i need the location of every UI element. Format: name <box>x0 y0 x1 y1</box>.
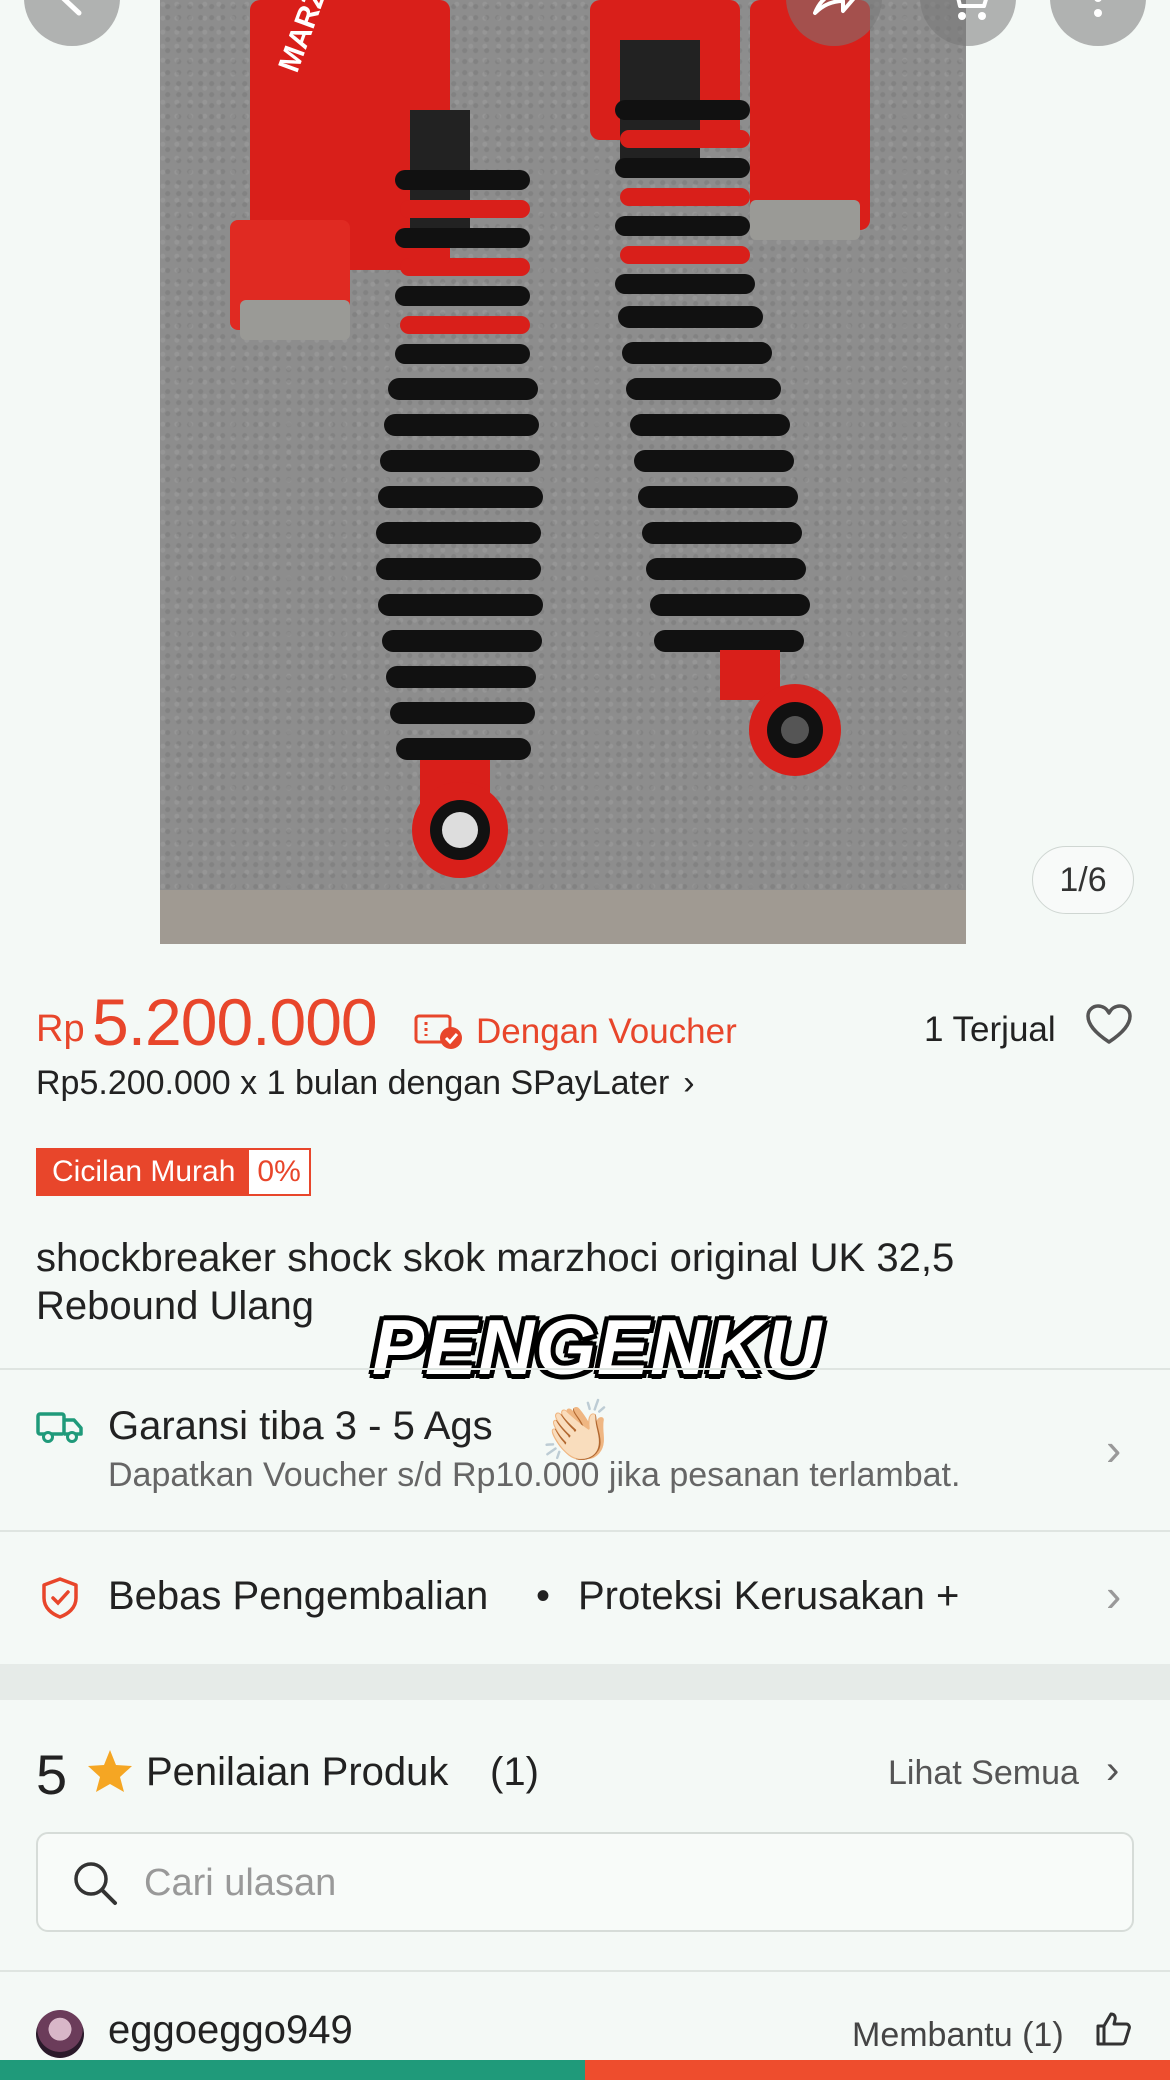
bottom-action-bar[interactable] <box>0 2060 1170 2080</box>
sold-count: 1 Terjual <box>924 1010 1056 1049</box>
product-gallery[interactable]: MARZOCCHI <box>0 0 1170 944</box>
cart-icon <box>956 0 988 20</box>
more-options-button[interactable] <box>1050 0 1146 46</box>
chevron-right-icon[interactable]: › <box>1106 1748 1119 1793</box>
reviews-heading: Penilaian Produk <box>146 1750 449 1794</box>
review-search-input[interactable] <box>144 1856 1044 1910</box>
truck-icon <box>36 1410 84 1449</box>
chevron-right-icon: › <box>683 1064 695 1102</box>
thumbs-up-icon[interactable] <box>1094 2010 1132 2053</box>
shipping-subtitle: Dapatkan Voucher s/d Rp10.000 jika pesan… <box>108 1456 961 1494</box>
voucher-icon <box>414 1012 464 1055</box>
paylater-text: Rp5.200.000 x 1 bulan dengan SPayLater <box>36 1064 670 1102</box>
paylater-link[interactable]: Rp5.200.000 x 1 bulan dengan SPayLater › <box>36 1064 695 1103</box>
chevron-right-icon: › <box>1106 1423 1122 1475</box>
see-all-reviews-link[interactable]: Lihat Semua <box>888 1754 1079 1793</box>
share-icon <box>813 0 856 15</box>
heart-icon[interactable] <box>1086 1004 1132 1051</box>
shield-icon <box>40 1576 80 1625</box>
price-row: Rp 5.200.000 Dengan Voucher 1 Terjual <box>36 984 1136 1060</box>
separator-dot: • <box>536 1574 551 1618</box>
price-currency: Rp <box>36 1008 85 1050</box>
buy-now-section[interactable] <box>585 2060 1170 2080</box>
rating-score: 5 <box>36 1743 68 1806</box>
image-counter: 1/6 <box>1032 846 1134 914</box>
installment-label: Cicilan Murah <box>38 1150 250 1194</box>
chevron-right-icon: › <box>1106 1569 1122 1621</box>
section-gap <box>0 1664 1170 1700</box>
search-icon <box>72 1860 118 1911</box>
free-returns-label: Bebas Pengembalian <box>108 1574 489 1618</box>
shock-absorber-illustration: MARZOCCHI <box>160 0 966 944</box>
damage-protection-label: Proteksi Kerusakan + <box>578 1574 960 1618</box>
avatar[interactable] <box>36 2010 84 2058</box>
back-button[interactable] <box>24 0 120 46</box>
back-icon <box>61 0 82 16</box>
installment-badge: Cicilan Murah 0% <box>36 1148 311 1196</box>
voucher-label[interactable]: Dengan Voucher <box>476 1012 737 1052</box>
shipping-title: Garansi tiba 3 - 5 Ags <box>108 1404 493 1448</box>
helpful-button[interactable]: Membantu (1) <box>852 2016 1064 2055</box>
more-icon <box>1094 0 1102 17</box>
reviews-count: (1) <box>490 1750 539 1794</box>
chat-cart-section[interactable] <box>0 2060 585 2080</box>
divider <box>0 1970 1170 1972</box>
product-photo[interactable]: MARZOCCHI <box>160 0 966 944</box>
review-search-box[interactable] <box>36 1832 1134 1932</box>
star-icon <box>86 1748 134 1799</box>
price-amount: 5.200.000 <box>92 985 378 1059</box>
installment-rate: 0% <box>249 1150 309 1194</box>
reviewer-name: eggoeggo949 <box>108 2008 353 2052</box>
